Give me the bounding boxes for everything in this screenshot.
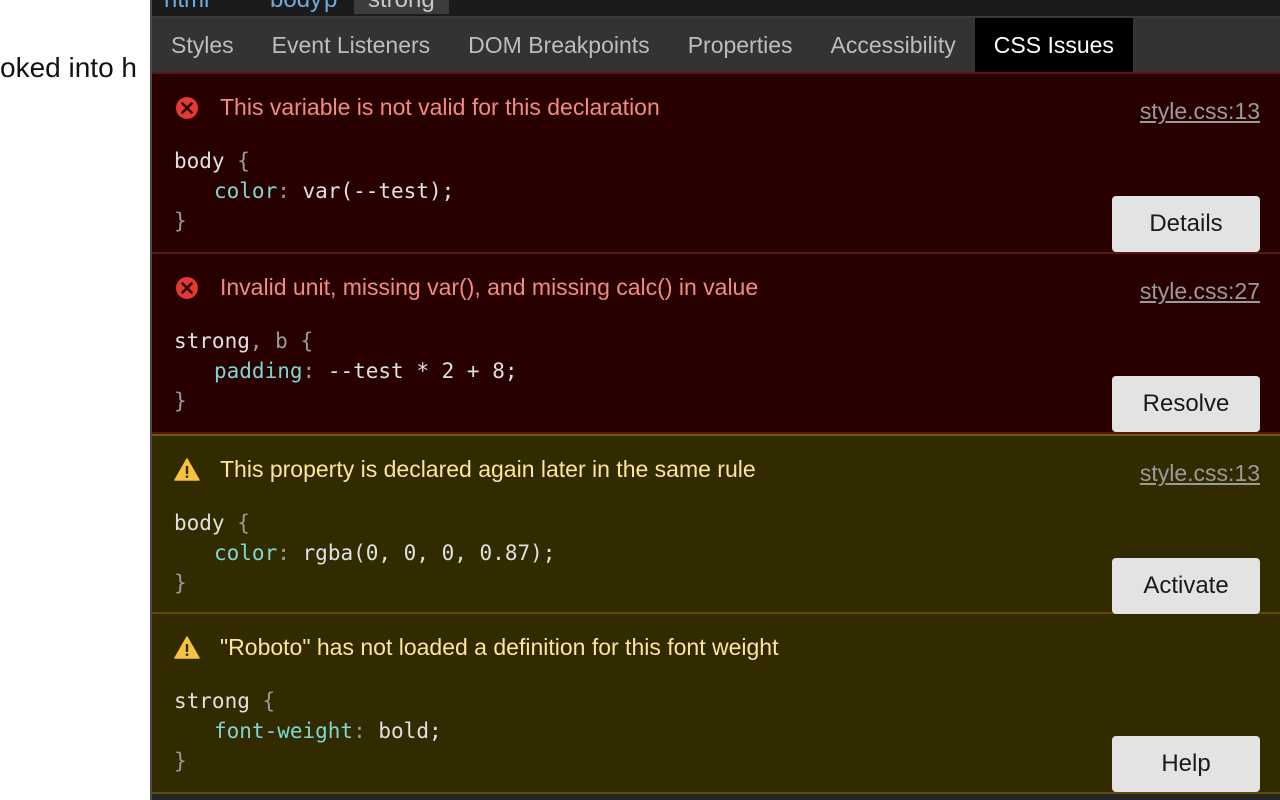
tab-styles[interactable]: Styles <box>152 18 253 72</box>
details-button[interactable]: Details <box>1112 196 1260 252</box>
code-colon: : <box>353 719 366 743</box>
breadcrumb-p[interactable]: p <box>324 0 337 14</box>
code-selector: body <box>174 511 225 535</box>
code-selector: strong <box>174 329 250 353</box>
source-link[interactable]: style.css:13 <box>1140 460 1260 487</box>
breadcrumb: html body p strong <box>152 0 1280 18</box>
code-close-brace: } <box>174 571 187 595</box>
issue-card: This property is declared again later in… <box>152 434 1280 614</box>
breadcrumb-strong[interactable]: strong <box>354 0 449 14</box>
issue-message: "Roboto" has not loaded a definition for… <box>220 634 779 660</box>
resolve-button[interactable]: Resolve <box>1112 376 1260 432</box>
issue-card: "Roboto" has not loaded a definition for… <box>152 614 1280 794</box>
devtools-panel: html body p strong Styles Event Listener… <box>150 0 1280 800</box>
issue-message: This property is declared again later in… <box>220 456 756 482</box>
code-property: color <box>214 179 278 203</box>
code-value: bold; <box>378 719 442 743</box>
help-button[interactable]: Help <box>1112 736 1260 792</box>
issue-card: This variable is not valid for this decl… <box>152 74 1280 254</box>
error-circle-x-icon <box>174 275 200 301</box>
code-selector: strong <box>174 689 250 713</box>
issue-header: "Roboto" has not loaded a definition for… <box>174 634 778 661</box>
code-property: color <box>214 541 278 565</box>
code-colon: : <box>277 179 290 203</box>
error-circle-x-icon <box>174 95 200 121</box>
code-colon: : <box>277 541 290 565</box>
issue-message: Invalid unit, missing var(), and missing… <box>220 274 759 300</box>
code-selector-extra: , b <box>249 329 288 353</box>
source-link[interactable]: style.css:27 <box>1140 278 1260 305</box>
issue-header: This property is declared again later in… <box>174 456 756 483</box>
code-open-brace: { <box>262 689 276 713</box>
issue-card: Invalid unit, missing var(), and missing… <box>152 254 1280 434</box>
code-value: --test * 2 + 8; <box>327 359 518 383</box>
code-value: rgba(0, 0, 0, 0.87); <box>302 541 556 565</box>
issue-header: Invalid unit, missing var(), and missing… <box>174 274 758 301</box>
breadcrumb-html[interactable]: html <box>164 0 209 14</box>
issue-header: This variable is not valid for this decl… <box>174 94 660 121</box>
page-text-fragment: oked into h <box>0 52 137 83</box>
tab-css-issues[interactable]: CSS Issues <box>974 18 1133 72</box>
source-link[interactable]: style.css:13 <box>1140 98 1260 125</box>
warning-triangle-icon <box>174 635 200 661</box>
activate-button[interactable]: Activate <box>1112 558 1260 614</box>
code-colon: : <box>302 359 316 383</box>
code-open-brace: { <box>237 511 250 535</box>
code-close-brace: } <box>174 389 187 413</box>
code-snippet: body { color: var(--test); } <box>174 146 454 236</box>
sidebar-tabs: Styles Event Listeners DOM Breakpoints P… <box>152 18 1280 74</box>
tab-dom-breakpoints[interactable]: DOM Breakpoints <box>449 18 669 72</box>
code-property: font-weight <box>214 719 354 743</box>
code-snippet: strong { font-weight: bold; } <box>174 686 442 776</box>
tab-properties[interactable]: Properties <box>669 18 812 72</box>
code-snippet: strong, b { padding: --test * 2 + 8; } <box>174 326 517 416</box>
tab-accessibility[interactable]: Accessibility <box>812 18 975 72</box>
code-open-brace: { <box>237 149 250 173</box>
issue-message: This variable is not valid for this decl… <box>220 94 660 120</box>
warning-triangle-icon <box>174 457 200 483</box>
code-selector: body <box>174 149 225 173</box>
code-close-brace: } <box>174 209 187 233</box>
breadcrumb-body[interactable]: body <box>270 0 322 14</box>
code-close-brace: } <box>174 749 187 773</box>
tab-event-listeners[interactable]: Event Listeners <box>253 18 450 72</box>
code-open-brace: { <box>300 329 314 353</box>
code-property: padding <box>214 359 303 383</box>
inspected-page: oked into h <box>0 0 150 800</box>
code-snippet: body { color: rgba(0, 0, 0, 0.87); } <box>174 508 555 598</box>
code-value: var(--test); <box>302 179 455 203</box>
